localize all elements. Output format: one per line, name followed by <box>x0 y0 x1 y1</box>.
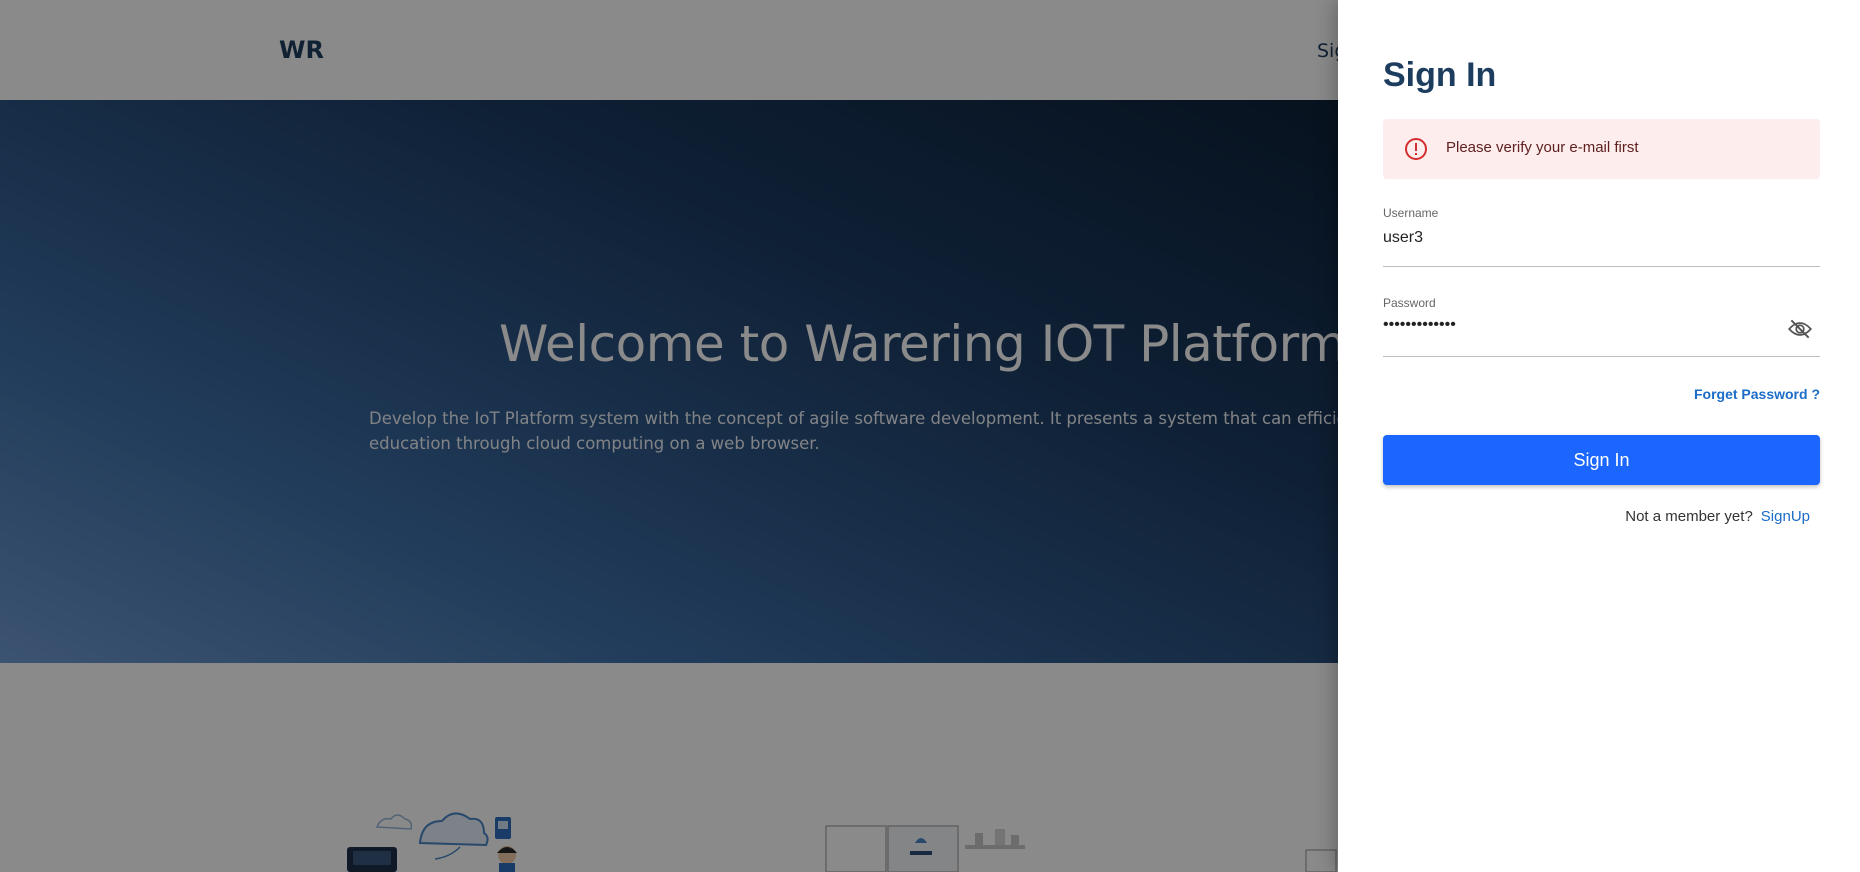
member-prompt-text: Not a member yet? <box>1625 508 1753 525</box>
forgot-password-link[interactable]: Forget Password ? <box>1383 386 1820 402</box>
modal-backdrop[interactable] <box>0 0 1338 872</box>
password-label: Password <box>1383 296 1436 310</box>
username-underline <box>1383 266 1820 267</box>
signin-title: Sign In <box>1383 56 1497 94</box>
password-underline <box>1383 356 1820 357</box>
alert-message: Please verify your e-mail first <box>1446 139 1639 156</box>
signup-link[interactable]: SignUp <box>1761 508 1810 525</box>
username-input[interactable] <box>1383 224 1820 252</box>
password-input[interactable]: ••••••••••••• <box>1383 316 1456 334</box>
username-label: Username <box>1383 206 1439 220</box>
signin-button[interactable]: Sign In <box>1383 435 1820 485</box>
error-alert: Please verify your e-mail first <box>1383 119 1820 179</box>
eye-off-icon[interactable] <box>1787 316 1813 342</box>
signin-drawer: Sign In Please verify your e-mail first … <box>1338 0 1860 872</box>
error-icon <box>1405 138 1427 160</box>
signup-prompt: Not a member yet? SignUp <box>1383 508 1810 525</box>
